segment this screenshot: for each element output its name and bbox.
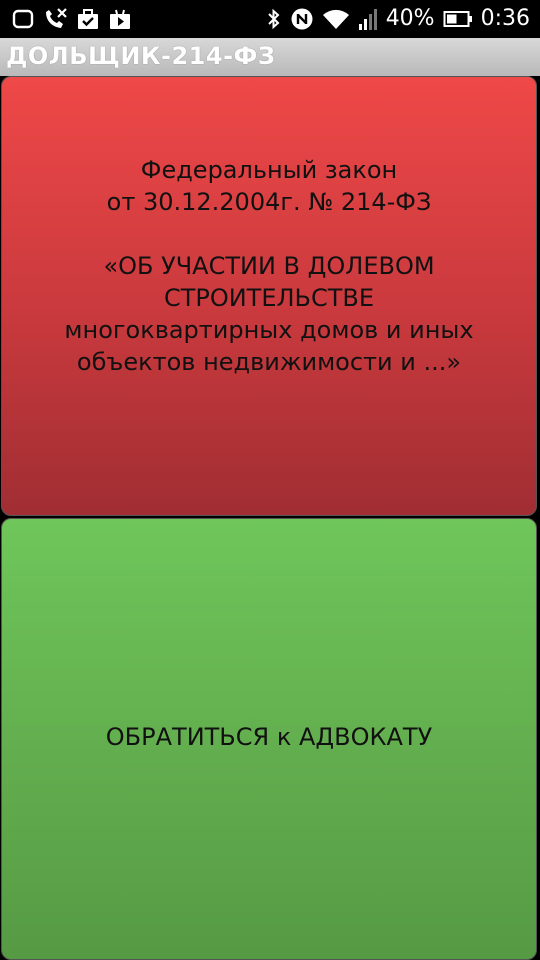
bluetooth-icon	[266, 7, 282, 31]
clock: 0:36	[480, 6, 530, 31]
app-title-bar: ДОЛЬЩИК-214-ФЗ	[0, 38, 540, 76]
signal-icon	[358, 7, 378, 31]
status-bar-system: 40% 0:36	[266, 6, 530, 32]
law-spacer	[64, 218, 473, 250]
status-bar-notifications	[12, 6, 132, 32]
law-name-line-1: «ОБ УЧАСТИИ В ДОЛЕВОМ	[103, 252, 435, 280]
battery-icon	[443, 9, 473, 29]
wifi-icon	[322, 7, 350, 31]
law-info-button[interactable]: Федеральный закон от 30.12.2004г. № 214-…	[1, 76, 537, 516]
play-store-icon	[108, 8, 132, 30]
contact-lawyer-button[interactable]: ОБРАТИТЬСЯ к АДВОКАТУ	[1, 518, 537, 960]
battery-percent: 40%	[385, 6, 435, 31]
missed-call-icon	[42, 7, 68, 31]
nfc-icon	[290, 7, 314, 31]
app-title: ДОЛЬЩИК-214-ФЗ	[6, 42, 276, 70]
status-bar: 40% 0:36	[0, 0, 540, 38]
contact-lawyer-label: ОБРАТИТЬСЯ к АДВОКАТУ	[105, 723, 433, 751]
law-name-line-2: СТРОИТЕЛЬСТВЕ	[163, 284, 375, 312]
law-title: Федеральный закон	[140, 156, 398, 184]
law-description: Федеральный закон от 30.12.2004г. № 214-…	[64, 154, 473, 378]
law-name-line-4: объектов недвижимости и ...»	[76, 348, 462, 376]
briefcase-check-icon	[76, 8, 100, 30]
screen-icon	[12, 8, 34, 30]
law-date: от 30.12.2004г. № 214-ФЗ	[106, 188, 432, 216]
law-name-line-3: многоквартирных домов и иных	[64, 316, 474, 344]
